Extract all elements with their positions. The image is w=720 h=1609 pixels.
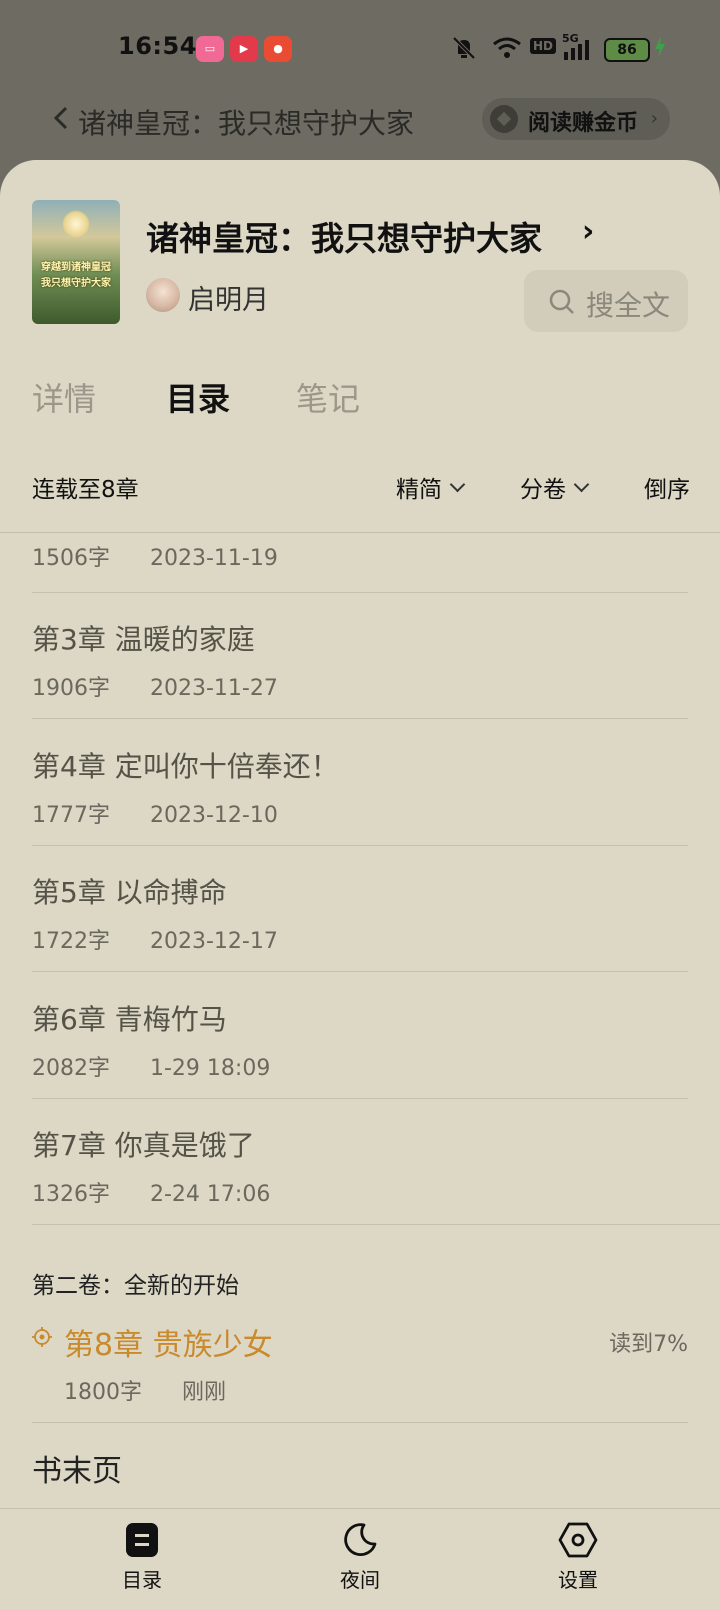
row-divider — [32, 1224, 720, 1225]
chapter-meta: 1777字 2023-12-10 — [32, 797, 688, 829]
status-time: 16:54 — [118, 32, 197, 60]
end-page-item[interactable]: 书末页 — [32, 1446, 122, 1490]
chapter-row[interactable]: 第6章 青梅竹马 2082字 1-29 18:09 — [32, 998, 688, 1082]
status-bar: 16:54 ▭ ▶ ● HD 5G 86 — [0, 0, 720, 96]
reverse-order-button[interactable]: 倒序 — [644, 470, 690, 504]
chapter-date: 2023-12-10 — [150, 803, 278, 828]
chevron-right-icon[interactable]: › — [582, 214, 594, 249]
chapter-date: 1-29 18:09 — [150, 1056, 271, 1081]
tab-details[interactable]: 详情 — [32, 374, 96, 420]
moon-icon — [344, 1523, 377, 1557]
book-cover[interactable]: 穿越到诸神皇冠 我只想守护大家 — [32, 200, 120, 324]
nav-catalog-label: 目录 — [122, 1568, 162, 1592]
chapter-word-count: 1800字 — [64, 1380, 142, 1405]
chapter-date: 刚刚 — [182, 1380, 227, 1405]
chapter-word-count: 1506字 — [32, 546, 110, 571]
search-fulltext-button[interactable]: 搜全文 — [524, 270, 688, 332]
simplified-dropdown[interactable]: 精简 — [396, 470, 466, 504]
serial-status: 连载至8章 — [32, 477, 139, 503]
settings-icon — [558, 1522, 598, 1558]
chapter-word-count: 1326字 — [32, 1182, 110, 1207]
search-label: 搜全文 — [586, 289, 671, 322]
current-chapter-meta: 1800字 刚刚 — [64, 1374, 226, 1406]
chapter-title: 第4章 定叫你十倍奉还！ — [32, 750, 339, 783]
chapter-title: 第5章 以命搏命 — [32, 876, 227, 909]
tab-notes[interactable]: 笔记 — [296, 374, 360, 420]
simplified-label: 精简 — [396, 477, 442, 503]
chevron-down-icon — [573, 476, 590, 492]
hd-badge: HD — [530, 38, 557, 54]
volumes-label: 分卷 — [520, 477, 566, 503]
row-divider — [32, 971, 688, 972]
back-arrow-icon[interactable] — [44, 100, 80, 136]
news-icon: ● — [264, 36, 292, 62]
chevron-down-icon — [449, 476, 466, 492]
chapter-date: 2023-11-19 — [150, 546, 278, 571]
cover-title-line2: 我只想守护大家 — [41, 278, 111, 289]
row-divider — [32, 845, 688, 846]
coin-icon — [490, 105, 518, 133]
reverse-label: 倒序 — [644, 477, 690, 503]
chapter-meta: 1326字 2-24 17:06 — [32, 1176, 688, 1208]
author-name[interactable]: 启明月 — [188, 278, 269, 317]
chapter-meta: 2082字 1-29 18:09 — [32, 1050, 688, 1082]
reward-label: 阅读赚金币 — [528, 111, 639, 136]
chevron-right-icon: › — [650, 108, 658, 129]
chapter-row[interactable]: 第3章 温暖的家庭 1906字 2023-11-27 — [32, 618, 688, 702]
cover-sun-decoration — [62, 210, 90, 238]
nav-settings[interactable]: 设置 — [518, 1522, 638, 1593]
reading-progress: 读到7% — [609, 1332, 688, 1357]
wifi-icon — [493, 37, 521, 58]
book-title[interactable]: 诸神皇冠：我只想守护大家 — [146, 212, 542, 260]
chapter-word-count: 1777字 — [32, 803, 110, 828]
search-icon — [549, 289, 574, 314]
nav-catalog[interactable]: 目录 — [82, 1522, 202, 1593]
chapter-row[interactable]: 第5章 以命搏命 1722字 2023-12-17 — [32, 871, 688, 955]
chapter-title: 第6章 青梅竹马 — [32, 1003, 227, 1036]
row-divider — [32, 1098, 688, 1099]
tab-catalog[interactable]: 目录 — [166, 374, 230, 420]
bilibili-icon: ▭ — [196, 36, 224, 62]
volumes-dropdown[interactable]: 分卷 — [520, 470, 590, 504]
catalog-icon — [126, 1523, 158, 1557]
signal-icon — [564, 40, 589, 60]
cover-title-line1: 穿越到诸神皇冠 — [41, 262, 111, 273]
chapter-row[interactable]: 第4章 定叫你十倍奉还！ 1777字 2023-12-10 — [32, 745, 688, 829]
current-chapter-title[interactable]: 第8章 贵族少女 — [64, 1320, 273, 1364]
read-earn-coins-button[interactable]: 阅读赚金币 › — [482, 98, 670, 140]
nav-night-mode[interactable]: 夜间 — [300, 1522, 420, 1593]
author-avatar — [146, 278, 180, 312]
volume-heading: 第二卷：全新的开始 — [32, 1273, 239, 1299]
mute-bell-icon — [452, 36, 476, 60]
chapter-row[interactable]: 第7章 你真是饿了 1326字 2-24 17:06 — [32, 1124, 688, 1208]
nav-night-label: 夜间 — [340, 1568, 380, 1592]
battery-indicator: 86 — [604, 38, 650, 62]
chapter-meta: 1722字 2023-12-17 — [32, 923, 688, 955]
chapter-word-count: 1722字 — [32, 929, 110, 954]
chapter-title: 第7章 你真是饿了 — [32, 1129, 255, 1162]
chapter-word-count: 1906字 — [32, 676, 110, 701]
locate-current-icon — [32, 1327, 52, 1347]
chapter-meta: 1906字 2023-11-27 — [32, 670, 688, 702]
chapter-row[interactable]: 1506字 2023-11-19 — [32, 538, 688, 572]
chapter-meta: 1506字 2023-11-19 — [32, 540, 688, 572]
row-divider — [32, 718, 688, 719]
video-play-icon: ▶ — [230, 36, 258, 62]
chapter-title: 第3章 温暖的家庭 — [32, 623, 255, 656]
row-divider — [32, 592, 688, 593]
chapter-date: 2023-12-17 — [150, 929, 278, 954]
chapter-date: 2-24 17:06 — [150, 1182, 271, 1207]
nav-settings-label: 设置 — [558, 1568, 598, 1592]
charging-icon — [655, 36, 665, 58]
chapter-date: 2023-11-27 — [150, 676, 278, 701]
row-divider — [32, 1422, 688, 1423]
chapter-word-count: 2082字 — [32, 1056, 110, 1081]
toolbar-divider — [0, 532, 720, 533]
reader-header-title: 诸神皇冠：我只想守护大家 — [78, 107, 415, 140]
